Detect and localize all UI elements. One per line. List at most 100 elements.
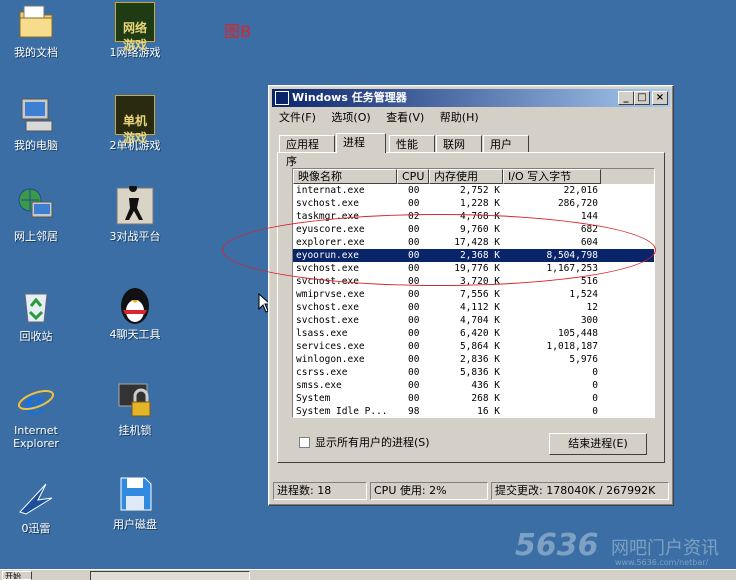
desktop-icon-my-computer[interactable]: 我的电脑 <box>0 95 76 152</box>
show-all-users-checkbox[interactable] <box>299 437 310 448</box>
task-manager-app-icon <box>275 91 289 105</box>
close-button[interactable]: × <box>652 91 668 105</box>
tab-performance[interactable]: 性能 <box>389 135 435 152</box>
process-name: csrss.exe <box>296 367 348 378</box>
tab-processes[interactable]: 进程 <box>336 133 386 153</box>
process-cpu: 00 <box>408 224 420 235</box>
process-name: svchost.exe <box>296 276 359 287</box>
process-io-write: 5,976 <box>569 354 598 365</box>
menu-options[interactable]: 选项(O) <box>325 109 376 126</box>
process-memory: 7,556 K <box>459 289 500 300</box>
column-image-name[interactable]: 映像名称 <box>293 169 397 184</box>
process-cpu: 00 <box>408 341 420 352</box>
menu-help[interactable]: 帮助(H) <box>434 109 485 126</box>
xunlei-bird-icon <box>16 478 56 518</box>
process-io-write: 0 <box>592 380 598 391</box>
desktop-icon-user-disk[interactable]: 用户磁盘 <box>95 474 175 531</box>
process-memory: 4,112 K <box>459 302 500 313</box>
process-memory: 2,752 K <box>459 185 500 196</box>
process-cpu: 00 <box>408 198 420 209</box>
process-io-write: 1,018,187 <box>546 341 598 352</box>
process-row[interactable]: explorer.exe 00 17,428 K 604 <box>293 236 654 249</box>
process-io-write: 300 <box>580 315 598 326</box>
process-name: services.exe <box>296 341 365 352</box>
menu-file[interactable]: 文件(F) <box>273 109 322 126</box>
process-row[interactable]: services.exe 00 5,864 K 1,018,187 <box>293 340 654 353</box>
process-name: eyoorun.exe <box>296 250 359 261</box>
desktop-icon-my-documents[interactable]: 我的文档 <box>0 2 76 59</box>
process-name: internat.exe <box>296 185 365 196</box>
process-io-write: 1,524 <box>569 289 598 300</box>
desktop-icon-net-games[interactable]: 网络 游戏 1网络游戏 <box>95 2 175 59</box>
show-all-users-label: 显示所有用户的进程(S) <box>315 436 430 449</box>
process-io-write: 516 <box>580 276 598 287</box>
process-list[interactable]: 映像名称 CPU 内存使用 I/O 写入字节 internat.exe 00 2,7… <box>292 168 655 418</box>
process-name: svchost.exe <box>296 263 359 274</box>
process-row[interactable]: eyuscore.exe 00 9,760 K 682 <box>293 223 654 236</box>
maximize-button[interactable]: □ <box>634 91 650 105</box>
title-bar[interactable]: Windows 任务管理器 _ □ × <box>272 89 670 107</box>
desktop-icon-single-games[interactable]: 单机 游戏 2单机游戏 <box>95 95 175 152</box>
desktop-icon-battle-platform[interactable]: 3对战平台 <box>95 184 175 243</box>
process-row[interactable]: lsass.exe 00 6,420 K 105,448 <box>293 327 654 340</box>
process-row[interactable]: csrss.exe 00 5,836 K 0 <box>293 366 654 379</box>
process-io-write: 0 <box>592 367 598 378</box>
process-name: svchost.exe <box>296 302 359 313</box>
process-name: lsass.exe <box>296 328 348 339</box>
process-name: wmiprvse.exe <box>296 289 365 300</box>
process-row[interactable]: svchost.exe 00 1,228 K 286,720 <box>293 197 654 210</box>
process-row[interactable]: svchost.exe 00 4,112 K 12 <box>293 301 654 314</box>
desktop-icon-recycle-bin[interactable]: 回收站 <box>0 286 76 343</box>
process-row[interactable]: svchost.exe 00 3,720 K 516 <box>293 275 654 288</box>
menu-view[interactable]: 查看(V) <box>380 109 430 126</box>
folder-icon <box>16 2 56 42</box>
process-row[interactable]: taskmgr.exe 02 4,768 K 144 <box>293 210 654 223</box>
internet-explorer-icon: e <box>16 380 56 423</box>
column-memory[interactable]: 内存使用 <box>429 169 503 184</box>
process-name: explorer.exe <box>296 237 365 248</box>
desktop-icon-screen-lock[interactable]: 挂机锁 <box>95 380 175 437</box>
floppy-disk-icon <box>115 474 155 514</box>
process-cpu: 00 <box>408 276 420 287</box>
tab-applications[interactable]: 应用程序 <box>279 135 335 168</box>
minimize-button[interactable]: _ <box>618 91 634 105</box>
process-memory: 436 K <box>471 380 500 391</box>
process-memory: 5,864 K <box>459 341 500 352</box>
process-memory: 2,368 K <box>459 250 500 261</box>
column-cpu[interactable]: CPU <box>397 169 429 184</box>
process-io-write: 12 <box>586 302 598 313</box>
process-io-write: 22,016 <box>563 185 598 196</box>
desktop-icon-network[interactable]: 网上邻居 <box>0 186 76 243</box>
process-row[interactable]: eyoorun.exe 00 2,368 K 8,504,798 <box>293 249 654 262</box>
process-io-write: 8,504,798 <box>546 250 598 261</box>
process-row[interactable]: wmiprvse.exe 00 7,556 K 1,524 <box>293 288 654 301</box>
process-memory: 3,720 K <box>459 276 500 287</box>
process-row[interactable]: winlogon.exe 00 2,836 K 5,976 <box>293 353 654 366</box>
show-all-users-option[interactable]: 显示所有用户的进程(S) <box>299 436 430 449</box>
menu-bar: 文件(F) 选项(O) 查看(V) 帮助(H) <box>273 109 669 126</box>
process-row[interactable]: System Idle P... 98 16 K 0 <box>293 405 654 417</box>
desktop-icon-internet-explorer[interactable]: e Internet Explorer <box>0 380 76 450</box>
tab-networking[interactable]: 联网 <box>436 135 482 152</box>
process-name: System Idle P... <box>296 406 388 417</box>
tab-users[interactable]: 用户 <box>483 135 529 152</box>
process-row[interactable]: svchost.exe 00 19,776 K 1,167,253 <box>293 262 654 275</box>
process-memory: 17,428 K <box>454 237 500 248</box>
desktop-icon-chat-tools[interactable]: 4聊天工具 <box>95 284 175 341</box>
process-cpu: 00 <box>408 237 420 248</box>
process-row[interactable]: System 00 268 K 0 <box>293 392 654 405</box>
end-process-button[interactable]: 结束进程(E) <box>549 433 647 455</box>
globe-computer-icon <box>16 186 56 226</box>
process-list-header: 映像名称 CPU 内存使用 I/O 写入字节 <box>293 169 654 184</box>
process-io-write: 144 <box>580 211 598 222</box>
process-row[interactable]: internat.exe 00 2,752 K 22,016 <box>293 184 654 197</box>
column-io-write[interactable]: I/O 写入字节 <box>503 169 601 184</box>
process-row[interactable]: smss.exe 00 436 K 0 <box>293 379 654 392</box>
process-memory: 2,836 K <box>459 354 500 365</box>
desktop-icon-xunlei[interactable]: 0迅雷 <box>0 478 76 535</box>
status-commit-charge: 提交更改: 178040K / 267992K <box>491 482 669 500</box>
process-row[interactable]: svchost.exe 00 4,704 K 300 <box>293 314 654 327</box>
process-name: svchost.exe <box>296 198 359 209</box>
process-memory: 5,836 K <box>459 367 500 378</box>
site-watermark: 5636 网吧门户资讯 www.5636.com/netbar/ <box>515 528 719 567</box>
